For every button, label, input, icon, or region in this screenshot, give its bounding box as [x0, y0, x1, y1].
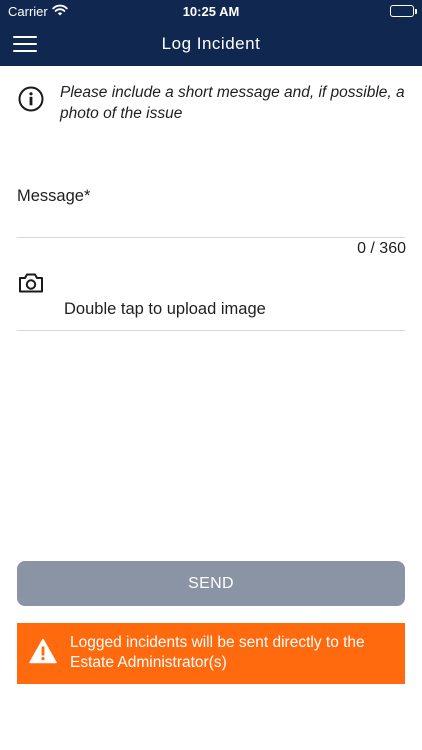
navigation-bar: Log Incident: [0, 22, 422, 66]
notice-banner: Logged incidents will be sent directly t…: [17, 623, 405, 684]
message-label: Message*: [17, 187, 91, 205]
camera-icon[interactable]: [18, 272, 44, 294]
clock: 10:25 AM: [182, 4, 240, 19]
warning-icon: [29, 638, 57, 664]
page-title: Log Incident: [161, 34, 261, 53]
upload-image-button[interactable]: Double tap to upload image: [17, 292, 405, 331]
info-text: Please include a short message and, if p…: [60, 84, 405, 122]
upload-image-label: Double tap to upload image: [64, 300, 266, 318]
info-icon: [18, 86, 44, 112]
send-button[interactable]: SEND: [17, 561, 405, 606]
character-counter: 0 / 360: [357, 240, 406, 257]
message-input[interactable]: [17, 210, 405, 238]
notice-text: Logged incidents will be sent directly t…: [70, 634, 365, 671]
status-bar: Carrier 10:25 AM: [0, 0, 422, 22]
battery-icon: [390, 5, 417, 17]
